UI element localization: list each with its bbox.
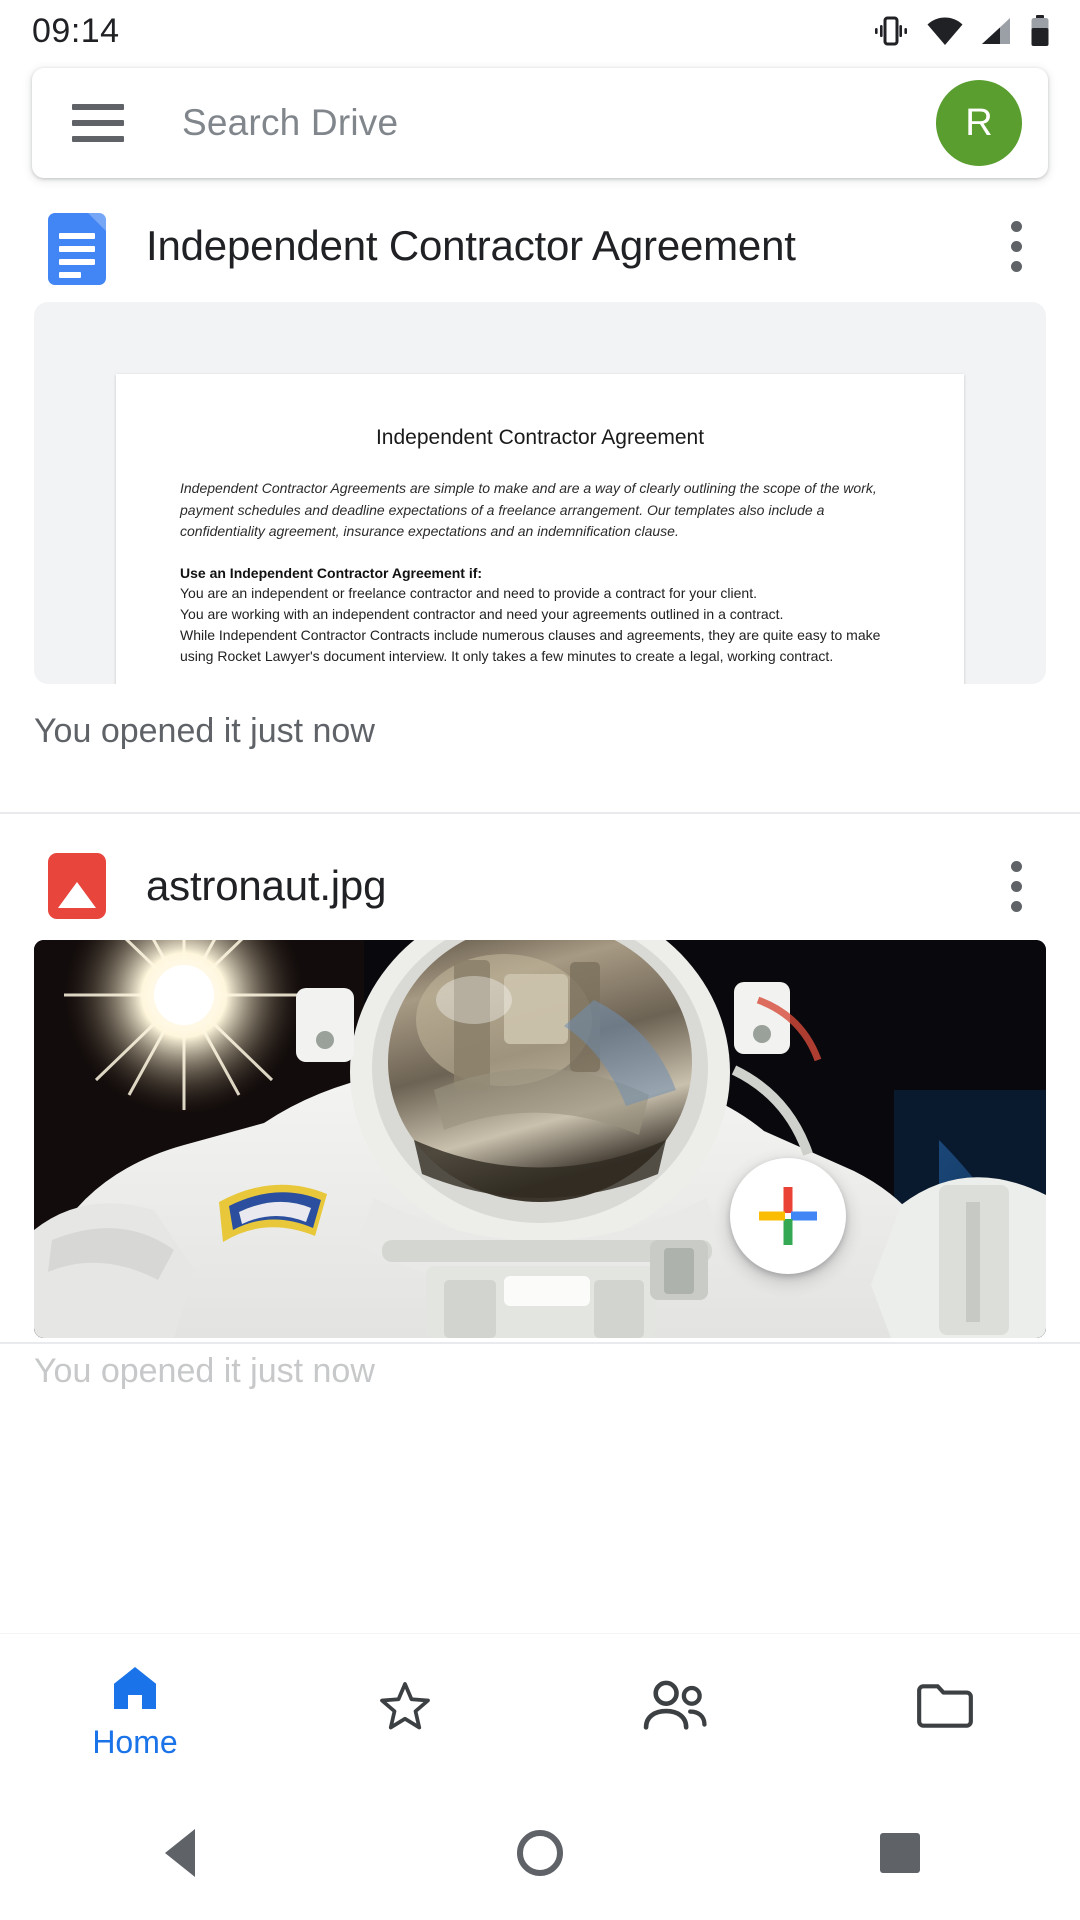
- android-system-navigation: [0, 1786, 1080, 1920]
- doc-preview-intro: Independent Contractor Agreements are si…: [180, 480, 877, 540]
- search-input[interactable]: Search Drive: [182, 102, 936, 144]
- more-vert-icon[interactable]: [986, 846, 1046, 926]
- nav-item-starred[interactable]: [270, 1634, 540, 1786]
- system-home-button[interactable]: [470, 1786, 610, 1920]
- file-row-header-image[interactable]: astronaut.jpg: [0, 838, 1080, 934]
- doc-preview-line-3: While Independent Contractor Contracts i…: [180, 627, 881, 644]
- image-file-icon: [48, 853, 106, 919]
- file-title: astronaut.jpg: [146, 862, 387, 909]
- doc-preview-title: Independent Contractor Agreement: [375, 426, 705, 449]
- list-divider: [0, 1342, 1080, 1344]
- star-icon: [380, 1682, 430, 1730]
- doc-preview-heading-1: Use an Independent Contractor Agreement …: [180, 565, 483, 582]
- bottom-navigation-bar: Home: [0, 1634, 1080, 1786]
- status-bar: 09:14: [0, 0, 1080, 62]
- status-time: 09:14: [32, 11, 120, 50]
- doc-preview-line-2: You are working with an independent cont…: [180, 606, 784, 623]
- astronaut-photo: [34, 940, 1046, 1338]
- nav-item-shared[interactable]: [540, 1634, 810, 1786]
- vibrate-icon: [875, 16, 907, 46]
- home-icon: [114, 1666, 156, 1709]
- nav-label-home: Home: [92, 1723, 178, 1760]
- more-vert-icon[interactable]: [986, 206, 1046, 286]
- system-back-button[interactable]: [110, 1786, 250, 1920]
- document-preview-card[interactable]: Independent Contractor Agreement Indepen…: [34, 302, 1046, 684]
- search-bar[interactable]: Search Drive R: [32, 68, 1048, 178]
- recents-square-icon: [880, 1833, 920, 1873]
- drive-home-screen: 09:14 Search Drive R Independent Contrac…: [0, 0, 1080, 1920]
- document-page: Independent Contractor Agreement Indepen…: [116, 374, 964, 684]
- back-triangle-icon: [165, 1829, 195, 1877]
- file-meta-document: You opened it just now: [34, 712, 375, 750]
- nav-item-files[interactable]: [810, 1634, 1080, 1786]
- image-preview-astronaut[interactable]: [34, 940, 1046, 1338]
- nav-item-home[interactable]: Home: [0, 1634, 270, 1786]
- wifi-icon: [927, 17, 963, 45]
- google-docs-icon: [48, 213, 106, 285]
- battery-icon: [1031, 15, 1049, 46]
- avatar[interactable]: R: [936, 80, 1022, 166]
- doc-preview-line-4: using Rocket Lawyer's document interview…: [180, 648, 834, 665]
- file-row-header-document[interactable]: Independent Contractor Agreement: [0, 198, 1080, 294]
- status-icons-group: [872, 14, 1050, 48]
- shared-people-icon: [643, 1680, 707, 1730]
- doc-preview-line-1: You are an independent or freelance cont…: [180, 585, 757, 602]
- google-plus-create-icon: [759, 1187, 817, 1245]
- cellular-signal-icon: [982, 18, 1010, 44]
- create-new-fab[interactable]: [730, 1158, 846, 1274]
- system-recents-button[interactable]: [830, 1786, 970, 1920]
- hamburger-menu-icon[interactable]: [72, 104, 124, 142]
- list-divider: [0, 812, 1080, 814]
- folder-icon: [917, 1684, 973, 1728]
- home-circle-icon: [517, 1830, 563, 1876]
- file-title: Independent Contractor Agreement: [146, 222, 796, 269]
- file-meta-image: You opened it just now: [34, 1352, 375, 1390]
